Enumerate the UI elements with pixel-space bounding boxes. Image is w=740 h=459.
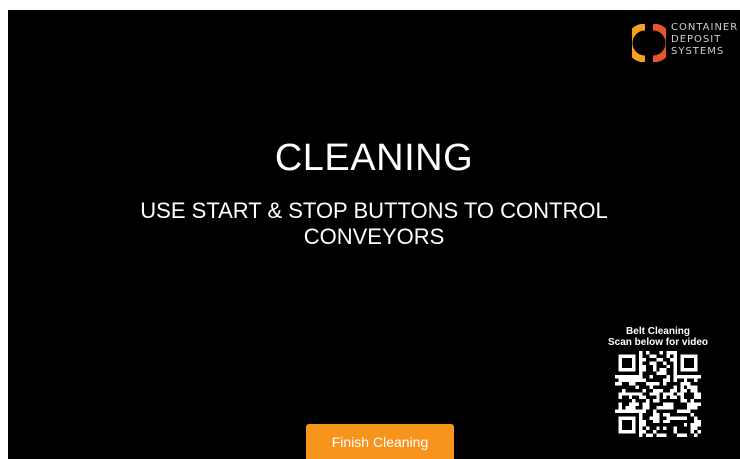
instruction-text: USE START & STOP BUTTONS TO CONTROL CONV… — [140, 198, 608, 249]
cds-logo-icon — [632, 24, 666, 62]
cleaning-screen: CONTAINER DEPOSIT SYSTEMS CLEANING USE S… — [8, 10, 740, 459]
brand-line-3: SYSTEMS — [671, 46, 725, 57]
qr-caption-title: Belt Cleaning — [626, 326, 690, 337]
brand-line-1: CONTAINER — [671, 22, 739, 33]
brand-line-2: DEPOSIT — [671, 34, 722, 45]
finish-cleaning-button[interactable]: Finish Cleaning — [306, 424, 454, 459]
page-title: CLEANING — [274, 137, 474, 179]
brand-logo: CONTAINER DEPOSIT SYSTEMS — [632, 22, 738, 62]
brand-name: CONTAINER DEPOSIT SYSTEMS — [671, 22, 738, 58]
qr-section: Belt Cleaning Scan below for video — [598, 326, 718, 437]
qr-code-icon — [615, 351, 701, 437]
qr-caption-subtitle: Scan below for video — [607, 337, 709, 348]
